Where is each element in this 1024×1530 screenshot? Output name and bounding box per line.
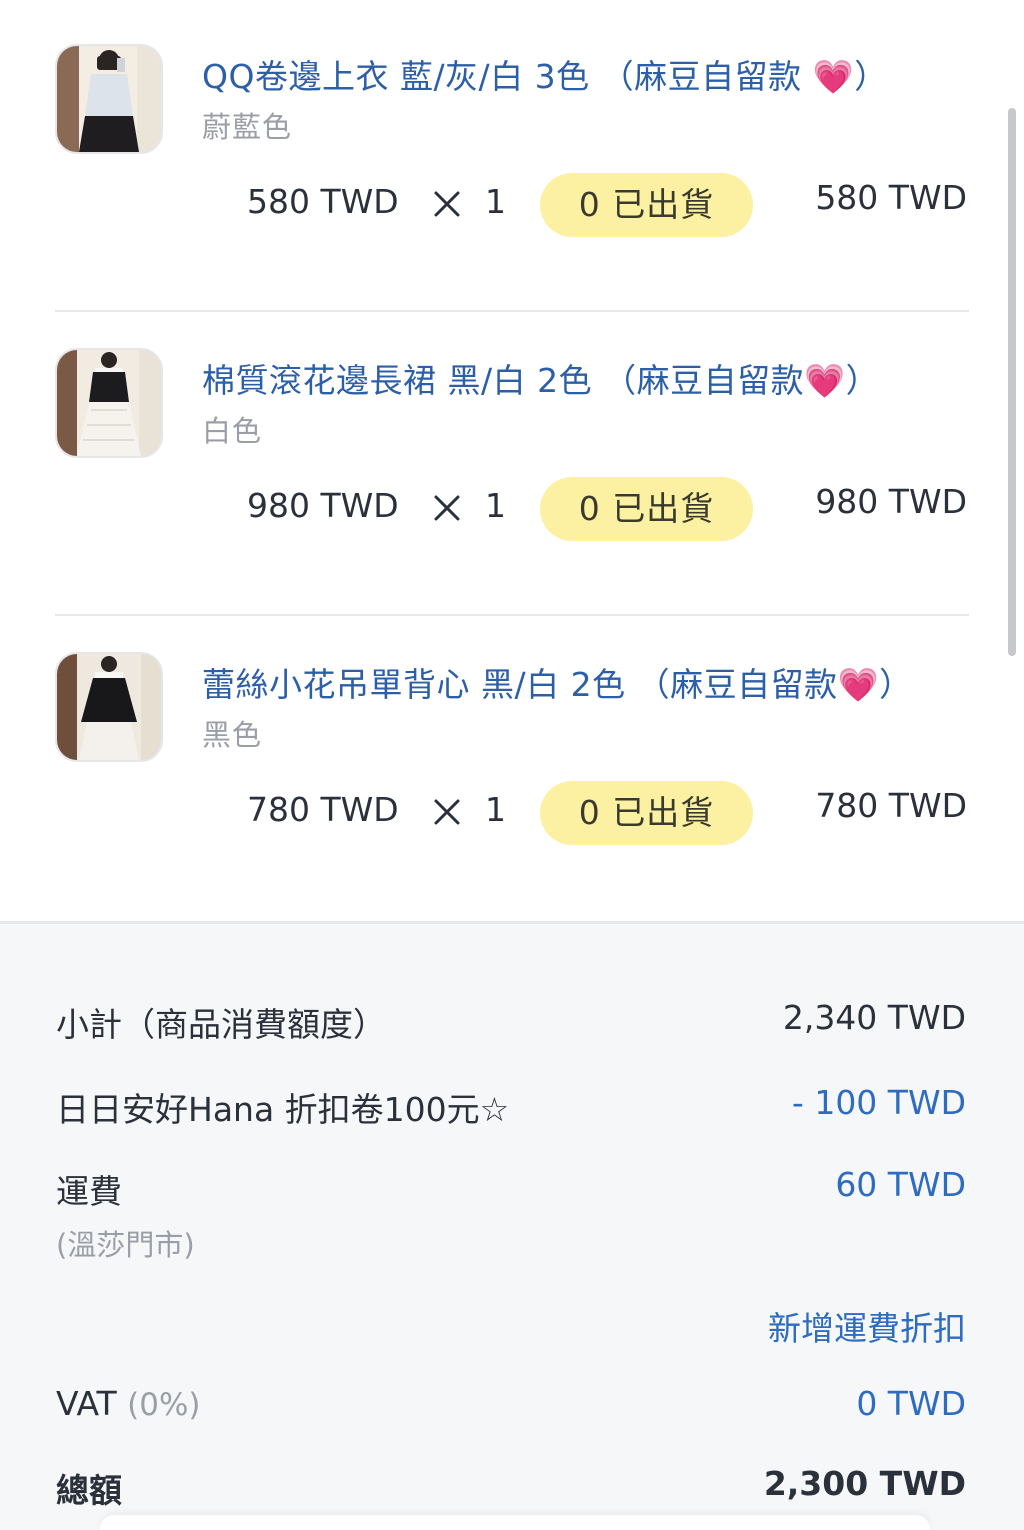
multiply-icon bbox=[434, 191, 460, 217]
total-label: 總額 bbox=[56, 1471, 122, 1510]
coupon-discount-value: - 100 TWD bbox=[791, 1083, 966, 1122]
multiply-icon bbox=[434, 495, 460, 521]
shipped-status-badge: 0 已出貨 bbox=[540, 173, 753, 237]
scrollbar[interactable] bbox=[1008, 108, 1016, 656]
product-thumbnail[interactable] bbox=[55, 348, 163, 458]
product-photo-blouse-icon bbox=[57, 46, 161, 152]
product-variant: 蔚藍色 bbox=[202, 110, 293, 144]
product-thumbnail[interactable] bbox=[55, 652, 163, 762]
product-variant: 白色 bbox=[202, 414, 263, 448]
shipped-status-badge: 0 已出貨 bbox=[540, 477, 753, 541]
subtotal-value: 2,340 TWD bbox=[782, 998, 966, 1037]
total-value: 2,300 TWD bbox=[763, 1464, 966, 1503]
product-photo-skirt-icon bbox=[57, 350, 161, 456]
shipping-value: 60 TWD bbox=[835, 1165, 966, 1204]
add-shipping-discount-link[interactable]: 新增運費折扣 bbox=[768, 1302, 966, 1350]
vat-rate: (0%) bbox=[127, 1387, 201, 1423]
unit-price: 780 TWD bbox=[247, 790, 399, 829]
quantity: 1 bbox=[485, 790, 506, 829]
product-variant: 黑色 bbox=[202, 718, 263, 752]
unit-price: 980 TWD bbox=[247, 486, 399, 525]
shipping-method: (溫莎門市) bbox=[56, 1228, 195, 1262]
subtotal-label: 小計（商品消費額度） bbox=[56, 1005, 386, 1044]
line-total: 580 TWD bbox=[815, 178, 967, 217]
bottom-sheet-edge bbox=[100, 1515, 930, 1530]
order-item: 棉質滾花邊長裙 黑/白 2色 （麻豆自留款💗） 白色 980 TWD 1 0 已… bbox=[55, 304, 969, 604]
product-title-link[interactable]: 棉質滾花邊長裙 黑/白 2色 （麻豆自留款💗） bbox=[202, 354, 879, 402]
shipped-status-badge: 0 已出貨 bbox=[540, 781, 753, 845]
unit-price: 580 TWD bbox=[247, 182, 399, 221]
line-total: 780 TWD bbox=[815, 786, 967, 825]
order-item: QQ卷邊上衣 藍/灰/白 3色 （麻豆自留款 💗） 蔚藍色 580 TWD 1 … bbox=[55, 0, 969, 300]
product-photo-camisole-icon bbox=[57, 654, 161, 760]
shipping-label: 運費 bbox=[56, 1172, 122, 1211]
product-title-link[interactable]: QQ卷邊上衣 藍/灰/白 3色 （麻豆自留款 💗） bbox=[202, 50, 888, 98]
order-item: 蕾絲小花吊單背心 黑/白 2色 （麻豆自留款💗） 黑色 780 TWD 1 0 … bbox=[55, 608, 969, 908]
quantity: 1 bbox=[485, 182, 506, 221]
line-total: 980 TWD bbox=[815, 482, 967, 521]
quantity: 1 bbox=[485, 486, 506, 525]
product-thumbnail[interactable] bbox=[55, 44, 163, 154]
coupon-label: 日日安好Hana 折扣卷100元☆ bbox=[56, 1090, 510, 1129]
vat-value: 0 TWD bbox=[856, 1384, 966, 1423]
vat-label: VAT bbox=[56, 1384, 117, 1423]
product-title-link[interactable]: 蕾絲小花吊單背心 黑/白 2色 （麻豆自留款💗） bbox=[202, 658, 913, 706]
vat-label-row: VAT (0%) bbox=[56, 1384, 201, 1423]
order-items-list: QQ卷邊上衣 藍/灰/白 3色 （麻豆自留款 💗） 蔚藍色 580 TWD 1 … bbox=[0, 0, 1024, 924]
multiply-icon bbox=[434, 799, 460, 825]
order-summary: 小計（商品消費額度） 2,340 TWD 日日安好Hana 折扣卷100元☆ -… bbox=[0, 924, 1024, 1530]
